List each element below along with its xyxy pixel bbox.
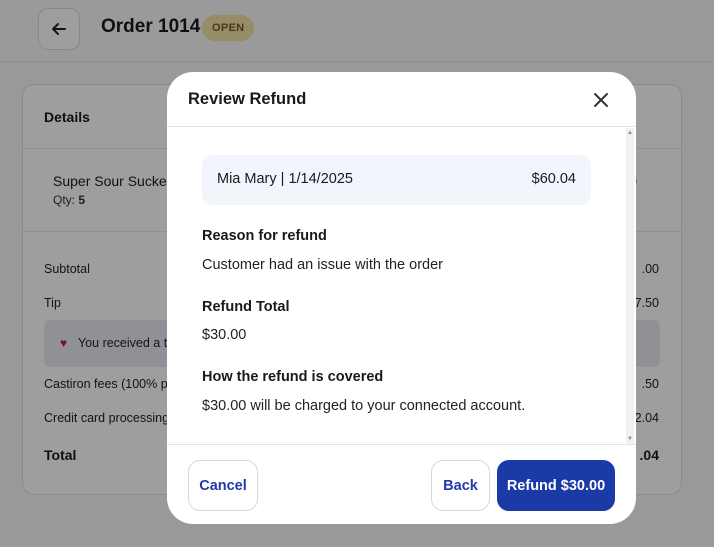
coverage-value: $30.00 will be charged to your connected… — [202, 398, 526, 414]
order-amount: $60.04 — [531, 171, 576, 187]
reason-label: Reason for refund — [202, 228, 327, 244]
dialog-body: Mia Mary | 1/14/2025 $60.04 Reason for r… — [167, 128, 636, 444]
back-step-button[interactable]: Back — [431, 460, 490, 511]
refund-summary: Mia Mary | 1/14/2025 $60.04 — [202, 155, 591, 205]
dialog-title: Review Refund — [188, 90, 307, 108]
refund-total-label: Refund Total — [202, 299, 290, 315]
dialog-header: Review Refund — [167, 72, 636, 127]
refund-button[interactable]: Refund $30.00 — [497, 460, 615, 511]
close-button[interactable] — [590, 89, 612, 111]
review-refund-dialog: Review Refund Mia Mary | 1/14/2025 $60.0… — [167, 72, 636, 524]
scrollbar[interactable]: ▲ ▼ — [626, 128, 634, 444]
scroll-up-icon[interactable]: ▲ — [627, 130, 633, 136]
cancel-button[interactable]: Cancel — [188, 460, 258, 511]
reason-value: Customer had an issue with the order — [202, 257, 443, 273]
refund-total-value: $30.00 — [202, 327, 247, 343]
close-icon — [594, 93, 608, 107]
coverage-label: How the refund is covered — [202, 369, 384, 385]
customer-date: Mia Mary | 1/14/2025 — [217, 171, 353, 187]
scroll-thumb[interactable] — [627, 140, 633, 432]
scroll-down-icon[interactable]: ▼ — [627, 436, 633, 442]
dialog-footer: Cancel Back Refund $30.00 — [167, 444, 636, 524]
